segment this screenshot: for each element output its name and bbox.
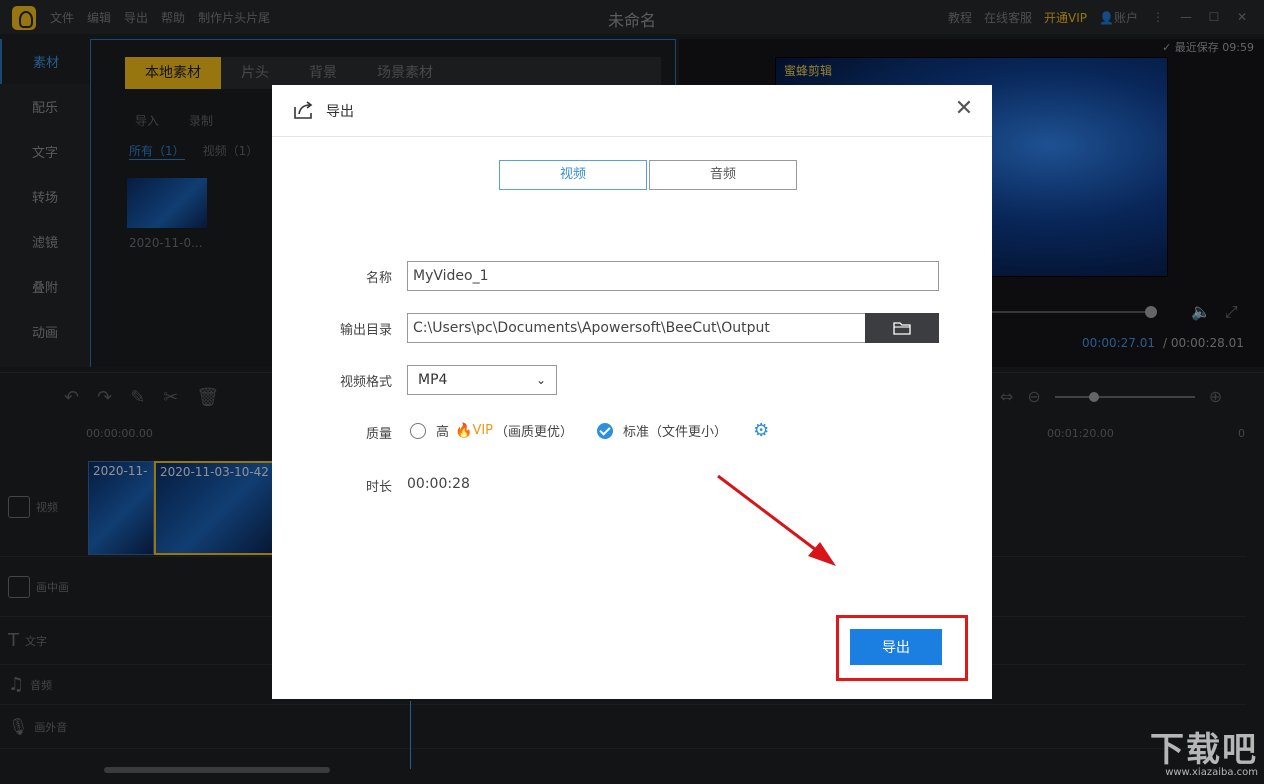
duration-label: 时长 bbox=[365, 480, 392, 495]
chevron-down-icon: ⌄ bbox=[535, 373, 546, 387]
export-type-tabs: 视频 音频 bbox=[499, 160, 797, 190]
quality-high-label: 高 bbox=[436, 425, 450, 440]
quality-standard-radio[interactable] bbox=[597, 422, 614, 439]
format-label: 视频格式 bbox=[339, 375, 392, 390]
export-button[interactable]: 导出 bbox=[850, 629, 942, 665]
quality-standard-label: 标准（文件更小） bbox=[623, 425, 728, 440]
tab-audio[interactable]: 音频 bbox=[649, 160, 797, 190]
quality-high-note: （画质更优） bbox=[495, 425, 574, 440]
dialog-title: 导出 bbox=[326, 104, 354, 120]
browse-folder-button[interactable] bbox=[865, 313, 939, 343]
export-dialog: 导出 ✕ 视频 音频 名称 输出目录 视频格式 MP4 ⌄ 质量 高 🔥 VIP… bbox=[272, 85, 992, 699]
gear-icon[interactable]: ⚙ bbox=[753, 420, 769, 441]
format-value: MP4 bbox=[418, 372, 448, 388]
vip-badge: VIP bbox=[472, 423, 494, 438]
flame-icon: 🔥 bbox=[455, 422, 473, 439]
name-field[interactable] bbox=[407, 261, 939, 291]
close-icon[interactable]: ✕ bbox=[952, 97, 976, 121]
corner-watermark-url: www.xiazaiba.com bbox=[1165, 767, 1258, 778]
output-dir-label: 输出目录 bbox=[339, 323, 392, 338]
duration-value: 00:00:28 bbox=[407, 476, 470, 492]
folder-icon bbox=[893, 322, 911, 335]
dialog-header: 导出 ✕ bbox=[272, 85, 992, 137]
quality-label: 质量 bbox=[365, 427, 392, 442]
corner-watermark-text: 下载吧 bbox=[1150, 730, 1258, 770]
quality-options: 高 🔥 VIP （画质更优） 标准（文件更小） ⚙ bbox=[410, 420, 769, 441]
corner-watermark: 下载吧 www.xiazaiba.com bbox=[1150, 722, 1258, 778]
tab-video[interactable]: 视频 bbox=[499, 160, 647, 190]
output-dir-field[interactable] bbox=[407, 313, 866, 343]
quality-high-radio[interactable] bbox=[410, 422, 426, 439]
format-select[interactable]: MP4 ⌄ bbox=[407, 365, 557, 395]
export-icon bbox=[294, 101, 313, 119]
name-label: 名称 bbox=[365, 271, 392, 286]
